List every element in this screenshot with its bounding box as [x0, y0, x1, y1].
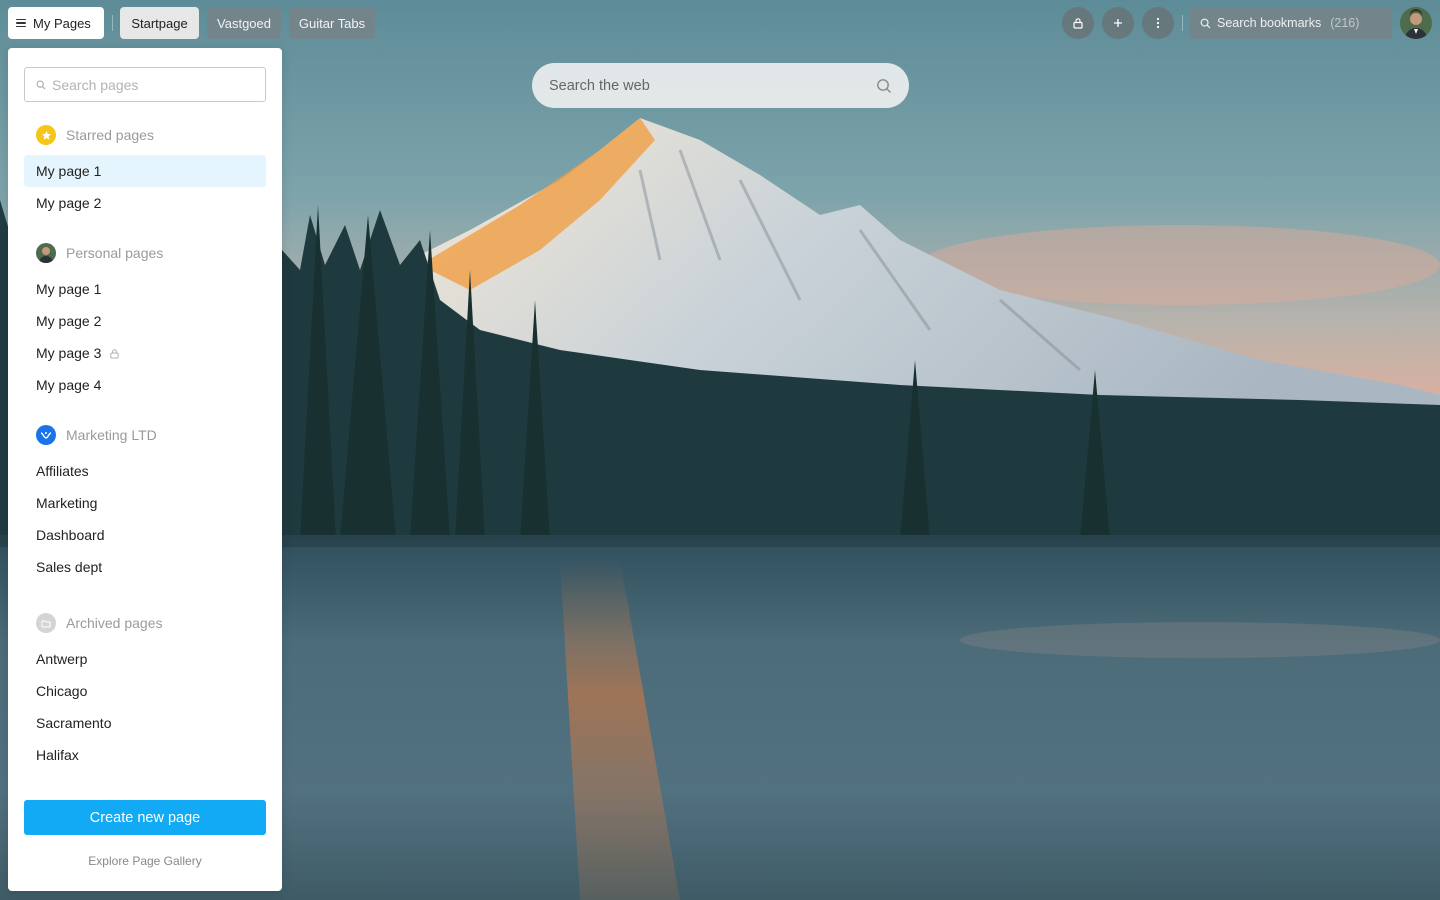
marketing-item-sales-dept[interactable]: Sales dept [24, 551, 266, 583]
section-title: Starred pages [66, 127, 154, 143]
tab-vastgoed[interactable]: Vastgoed [207, 7, 281, 39]
plus-icon [1114, 19, 1122, 27]
starred-item-my-page-2[interactable]: My page 2 [24, 187, 266, 219]
item-label: My page 3 [36, 345, 102, 361]
section-starred-pages: Starred pages [36, 125, 154, 145]
section-title: Archived pages [66, 615, 163, 631]
my-pages-panel: Search pages Starred pages My page 1 My … [8, 48, 282, 891]
archived-item-sacramento[interactable]: Sacramento [24, 707, 266, 739]
item-label: Sacramento [36, 715, 112, 731]
create-new-page-button[interactable]: Create new page [24, 800, 266, 835]
marketing-logo-icon [36, 425, 56, 445]
tab-guitar-tabs[interactable]: Guitar Tabs [289, 7, 375, 39]
section-archived-pages: Archived pages [36, 613, 163, 633]
divider [1182, 15, 1183, 31]
lock-icon [110, 348, 119, 359]
folder-icon [36, 613, 56, 633]
search-icon [1200, 18, 1211, 28]
item-label: Chicago [36, 683, 88, 699]
lock-icon [1073, 18, 1083, 29]
more-options-button[interactable] [1142, 7, 1174, 39]
bookmark-search[interactable]: Search bookmarks (216) [1190, 7, 1392, 39]
archived-item-halifax[interactable]: Halifax [24, 739, 266, 771]
section-title: Marketing LTD [66, 427, 157, 443]
personal-item-my-page-4[interactable]: My page 4 [24, 369, 266, 401]
hamburger-icon [16, 18, 26, 28]
my-pages-button[interactable]: My Pages [8, 7, 104, 39]
marketing-item-marketing[interactable]: Marketing [24, 487, 266, 519]
lock-button[interactable] [1062, 7, 1094, 39]
add-button[interactable] [1102, 7, 1134, 39]
item-label: My page 4 [36, 377, 102, 393]
avatar [36, 243, 56, 263]
section-personal-pages: Personal pages [36, 243, 163, 263]
item-label: My page 1 [36, 281, 102, 297]
more-vertical-icon [1156, 17, 1160, 29]
top-bar: My Pages Startpage Vastgoed Guitar Tabs … [8, 7, 1432, 39]
bookmark-search-placeholder: Search bookmarks [1217, 16, 1322, 30]
item-label: Dashboard [36, 527, 105, 543]
item-label: Antwerp [36, 651, 88, 667]
item-label: Affiliates [36, 463, 89, 479]
section-title: Personal pages [66, 245, 164, 261]
item-label: Halifax [36, 747, 79, 763]
personal-item-my-page-2[interactable]: My page 2 [24, 305, 266, 337]
page-search-input[interactable]: Search pages [24, 67, 266, 102]
page-search-placeholder: Search pages [52, 76, 139, 93]
starred-item-my-page-1[interactable]: My page 1 [24, 155, 266, 187]
my-pages-label: My Pages [33, 15, 91, 31]
divider [112, 15, 113, 31]
marketing-item-dashboard[interactable]: Dashboard [24, 519, 266, 551]
marketing-item-affiliates[interactable]: Affiliates [24, 455, 266, 487]
star-icon [36, 125, 56, 145]
archived-item-chicago[interactable]: Chicago [24, 675, 266, 707]
web-search-placeholder: Search the web [549, 77, 650, 94]
bookmark-count: (216) [1330, 16, 1360, 30]
item-label: Sales dept [36, 559, 103, 575]
web-search-bar[interactable]: Search the web [532, 63, 909, 108]
item-label: Marketing [36, 495, 98, 511]
archived-item-antwerp[interactable]: Antwerp [24, 643, 266, 675]
item-label: My page 2 [36, 195, 102, 211]
item-label: My page 2 [36, 313, 102, 329]
explore-page-gallery-link[interactable]: Explore Page Gallery [8, 854, 282, 868]
search-icon[interactable] [876, 78, 892, 94]
personal-item-my-page-3[interactable]: My page 3 [24, 337, 266, 369]
tab-startpage[interactable]: Startpage [120, 7, 199, 39]
user-avatar[interactable] [1400, 7, 1432, 39]
search-icon [36, 80, 46, 89]
item-label: My page 1 [36, 163, 102, 179]
section-marketing-ltd: Marketing LTD [36, 425, 157, 445]
personal-item-my-page-1[interactable]: My page 1 [24, 273, 266, 305]
